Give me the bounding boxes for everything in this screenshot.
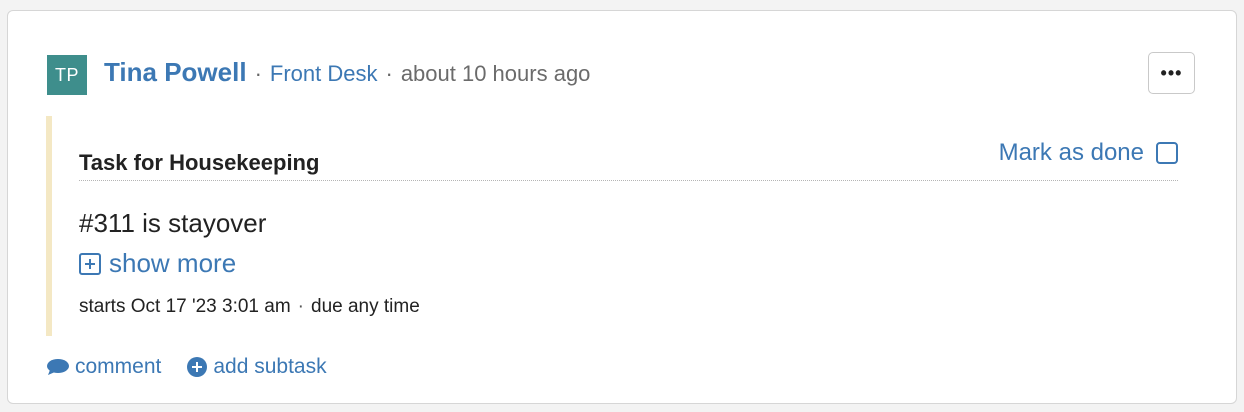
start-date: starts Oct 17 '23 3:01 am — [79, 296, 291, 317]
mark-as-done-button[interactable]: Mark as done — [999, 139, 1178, 167]
divider — [79, 180, 1178, 181]
post-card: TP Tina Powell · Front Desk · about 10 h… — [7, 10, 1237, 404]
task-dates: starts Oct 17 '23 3:01 am · due any time — [79, 296, 420, 318]
task-title: Task for Housekeeping — [79, 150, 320, 175]
mark-as-done-label: Mark as done — [998, 139, 1144, 166]
add-subtask-button[interactable]: add subtask — [187, 355, 327, 379]
post-header: Tina Powell · Front Desk · about 10 hour… — [104, 57, 590, 89]
comment-icon — [47, 359, 69, 375]
separator-dot: · — [254, 61, 262, 86]
author-role-link[interactable]: Front Desk — [270, 61, 378, 87]
show-more-link[interactable]: show more — [79, 248, 236, 279]
comment-label: comment — [75, 355, 162, 378]
due-date: due any time — [311, 296, 420, 317]
task-body: #311 is stayover — [79, 208, 267, 238]
checkbox-icon[interactable] — [1156, 142, 1178, 164]
plus-circle-icon — [187, 357, 208, 377]
separator-dot: · — [385, 61, 393, 86]
avatar: TP — [47, 55, 87, 95]
post-actions: comment add subtask — [46, 355, 353, 379]
plus-square-icon — [79, 252, 101, 275]
ellipsis-icon: ••• — [1160, 62, 1183, 83]
task-box: Task for Housekeeping Mark as done #311 … — [46, 116, 1178, 336]
post-timestamp: about 10 hours ago — [400, 61, 591, 86]
author-name-link[interactable]: Tina Powell — [104, 57, 247, 88]
separator-dot: · — [297, 296, 304, 317]
show-more-label: show more — [109, 248, 237, 278]
comment-button[interactable]: comment — [46, 355, 161, 379]
add-subtask-label: add subtask — [213, 355, 327, 378]
more-options-button[interactable]: ••• — [1148, 52, 1195, 94]
